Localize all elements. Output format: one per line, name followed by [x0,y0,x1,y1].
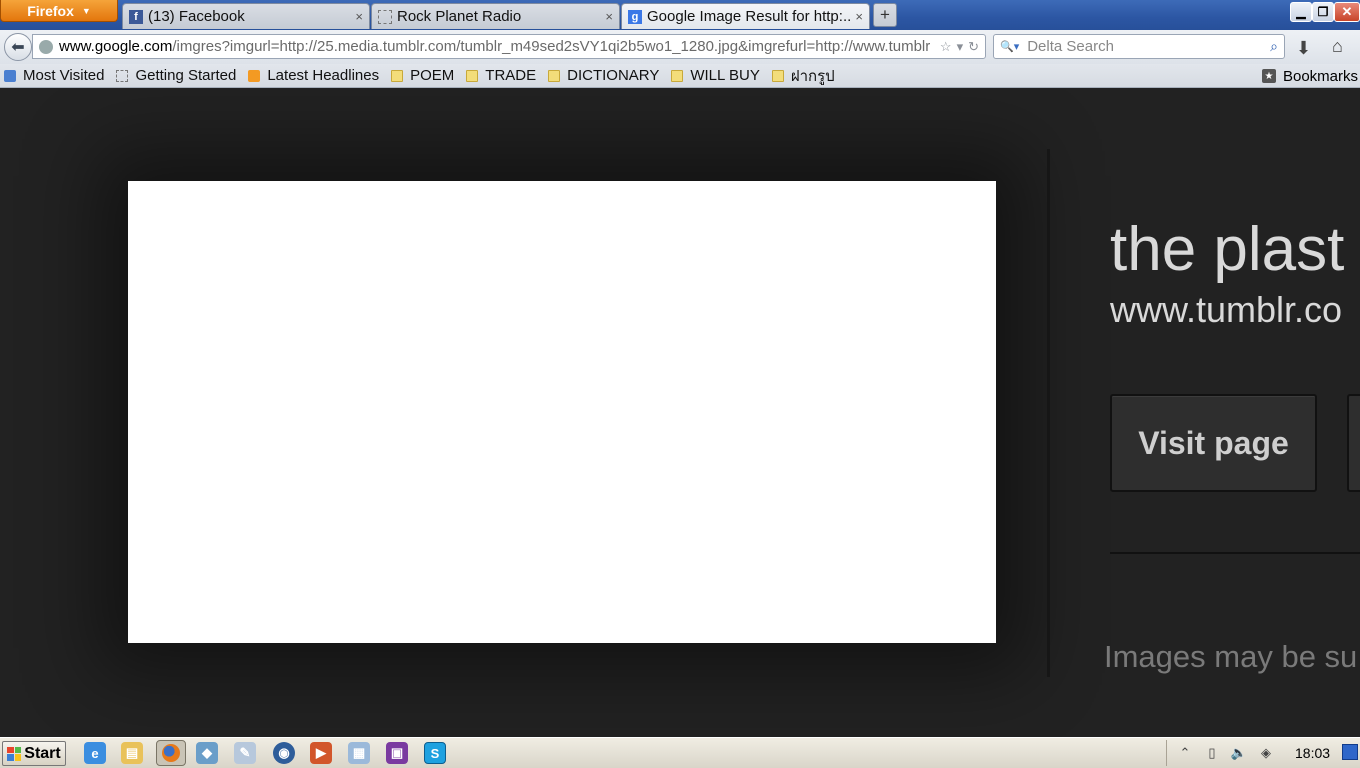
bookmark-getting-started[interactable]: Getting Started [116,67,236,84]
url-domain: www.google.com [59,38,173,55]
search-engine-icon[interactable]: 🔍▾ [1000,40,1019,53]
close-window-icon: ✕ [1341,4,1353,19]
title-bar: Firefox ▼ f (13) Facebook × Rock Planet … [0,0,1360,30]
system-tray: ⌃ ▯ 🔈 ◈ 18:03 [1166,740,1360,766]
bookmark-label: TRADE [485,67,537,84]
bookmarks-menu-button[interactable]: ★ Bookmarks [1261,64,1360,88]
windows-logo-icon [7,746,22,761]
tab-facebook[interactable]: f (13) Facebook × [122,3,370,29]
back-arrow-icon: ⬅ [11,39,25,56]
navigation-bar: ⬅ www.google.com/imgres?imgurl=http://25… [0,30,1360,64]
close-icon[interactable]: × [605,9,613,24]
folder-icon [391,69,404,82]
bookmark-label: DICTIONARY [567,67,660,84]
minimize-button[interactable]: ▁ [1290,2,1312,22]
network-icon[interactable]: ◈ [1257,744,1275,762]
clock[interactable]: 18:03 [1295,745,1330,761]
close-icon[interactable]: × [355,9,363,24]
bookmarks-star-icon: ★ [1261,69,1276,83]
bookmark-folder-poem[interactable]: POEM [391,67,454,84]
page-icon [116,69,129,82]
google-icon: g [628,9,642,24]
minimize-icon: ▁ [1296,5,1306,19]
dropdown-icon[interactable]: ▾ [957,39,964,55]
bookmarks-menu-label: Bookmarks [1282,67,1358,85]
reload-icon[interactable]: ↻ [968,39,979,55]
bookmark-folder-thai[interactable]: ฝากรูป [771,64,835,88]
folder-icon [771,69,784,82]
restore-icon: ❐ [1317,5,1329,19]
bookmark-label: ฝากรูป [790,67,835,85]
show-desktop-button[interactable] [1342,744,1358,760]
volume-icon[interactable]: 🔈 [1230,744,1248,762]
bookmark-latest-headlines[interactable]: Latest Headlines [248,67,379,84]
firefox-icon[interactable] [156,740,186,766]
download-icon[interactable]: ⬇ [1296,38,1311,59]
page-domain[interactable]: www.tumblr.co [1110,289,1342,331]
internet-explorer-icon[interactable]: e [84,742,106,764]
home-icon[interactable]: ⌂ [1332,36,1343,57]
globe-icon [39,39,53,54]
search-icon[interactable]: ⌕ [1270,38,1278,55]
calculator-icon[interactable]: ▦ [348,742,370,764]
url-actions: ☆ ▾ ↻ [934,39,985,55]
bookmark-most-visited[interactable]: Most Visited [4,67,104,84]
url-bar[interactable]: www.google.com/imgres?imgurl=http://25.m… [32,34,986,59]
device-icon[interactable]: ▯ [1203,744,1221,762]
most-visited-icon [4,69,16,82]
file-explorer-icon[interactable]: ▤ [121,742,143,764]
bookmarks-toolbar: Most Visited Getting Started Latest Head… [0,64,1360,88]
search-input[interactable]: Delta Search [1027,38,1270,55]
tab-label: Rock Planet Radio [397,8,522,25]
tab-google-image-result[interactable]: g Google Image Result for http:... × [621,3,870,29]
bookmark-star-icon[interactable]: ☆ [940,39,952,55]
url-text[interactable]: www.google.com/imgres?imgurl=http://25.m… [59,38,934,55]
close-icon[interactable]: × [855,9,863,24]
view-image-button[interactable] [1347,394,1360,492]
rss-icon [248,69,261,82]
folder-icon [671,69,684,82]
bookmark-folder-will-buy[interactable]: WILL BUY [671,67,760,84]
bookmark-label: Most Visited [23,67,105,84]
bookmark-label: Getting Started [135,67,237,84]
url-path: /imgres?imgurl=http://25.media.tumblr.co… [172,38,931,55]
search-bar[interactable]: 🔍▾ Delta Search ⌕ [993,34,1285,59]
back-button[interactable]: ⬅ [4,33,32,61]
firefox-menu-label: Firefox [27,2,74,19]
bookmark-folder-trade[interactable]: TRADE [466,67,536,84]
start-button[interactable]: Start [2,741,66,766]
image-preview[interactable] [128,181,996,643]
blank-page-icon [378,9,392,24]
horizontal-rule [1110,552,1360,554]
folder-icon [548,69,561,82]
app-icon[interactable]: ◆ [196,742,218,764]
bookmark-label: WILL BUY [690,67,760,84]
tab-label: (13) Facebook [148,8,245,25]
bookmark-folder-dictionary[interactable]: DICTIONARY [548,67,659,84]
new-tab-button[interactable]: + [873,3,897,27]
facebook-icon: f [129,9,143,24]
page-content: the plast www.tumblr.co Visit page Image… [0,89,1360,737]
firefox-menu-button[interactable]: Firefox ▼ [0,0,118,22]
restore-button[interactable]: ❐ [1312,2,1334,22]
visit-page-button[interactable]: Visit page [1110,394,1317,492]
bookmark-label: Latest Headlines [267,67,380,84]
tab-label: Google Image Result for http:... [647,8,852,25]
page-title[interactable]: the plast [1110,214,1344,285]
winrar-icon[interactable]: ▣ [386,742,408,764]
start-label: Start [24,744,61,762]
video-icon[interactable]: ▶ [310,742,332,764]
caret-down-icon: ▼ [81,5,91,16]
tab-rock-planet-radio[interactable]: Rock Planet Radio × [371,3,620,29]
disclaimer-text: Images may be su [1104,639,1358,674]
vertical-divider [1047,149,1050,677]
skype-icon[interactable]: S [424,742,446,764]
close-window-button[interactable]: ✕ [1334,2,1360,22]
bookmark-label: POEM [410,67,455,84]
media-player-icon[interactable]: ◉ [273,742,295,764]
folder-icon [466,69,479,82]
paint-icon[interactable]: ✎ [234,742,256,764]
show-hidden-icons-icon[interactable]: ⌃ [1176,744,1194,762]
